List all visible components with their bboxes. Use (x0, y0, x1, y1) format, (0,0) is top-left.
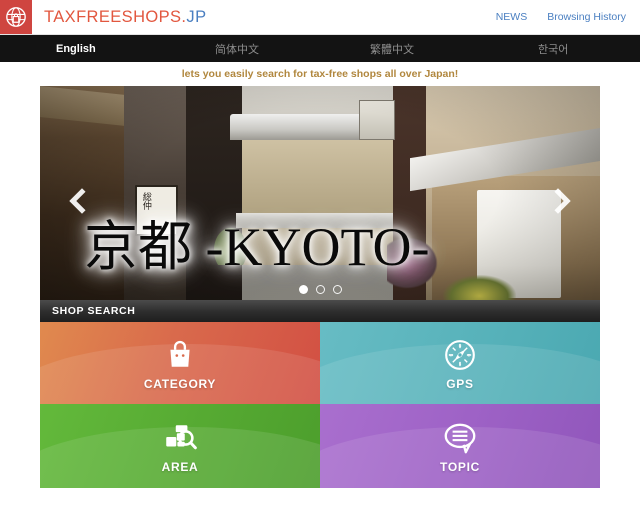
lang-item-english[interactable]: English (56, 43, 96, 55)
carousel-prev-button[interactable] (69, 185, 95, 217)
shop-search-label: SHOP SEARCH (52, 305, 136, 317)
tile-area-label: AREA (161, 459, 199, 474)
tagline-text: lets you easily search for tax-free shop… (181, 68, 459, 80)
svg-text:W: W (449, 353, 453, 357)
compass-icon: N S E W (445, 339, 475, 370)
lang-item-korean[interactable]: 한국어 (538, 41, 568, 57)
chevron-left-icon (69, 188, 95, 214)
logo-text-secondary: JP (186, 7, 207, 26)
hero-caption: 京都 -KYOTO- (84, 217, 430, 277)
carousel-dot-1[interactable] (298, 285, 308, 294)
logo-text-primary: TAXFREESHOPS. (44, 7, 187, 26)
shop-search-tiles: CATEGORY N S E W GPS AREA TOPIC (40, 322, 600, 488)
header-nav: NEWS Browsing History (496, 0, 626, 34)
lang-item-simplified-chinese[interactable]: 简体中文 (215, 41, 259, 57)
main-content: 総仲 京都 -KYOTO- SHOP SEARCH (40, 86, 600, 488)
carousel-dot-3[interactable] (332, 285, 342, 294)
shopping-bag-icon (170, 340, 190, 367)
globe-shopping-bag-icon (6, 7, 26, 27)
site-logo-text[interactable]: TAXFREESHOPS.JP (44, 8, 206, 27)
lang-item-traditional-chinese[interactable]: 繁體中文 (370, 41, 414, 57)
logo-mark[interactable] (0, 0, 32, 34)
tile-gps-label: GPS (446, 376, 474, 391)
tagline-bar: lets you easily search for tax-free shop… (0, 62, 640, 86)
header-link-news[interactable]: NEWS (496, 11, 528, 23)
site-header: TAXFREESHOPS.JP NEWS Browsing History (0, 0, 640, 35)
carousel-dots (40, 285, 600, 294)
tile-topic-label: TOPIC (440, 459, 480, 474)
tile-area[interactable]: AREA (40, 404, 320, 488)
carousel-next-button[interactable] (545, 185, 571, 217)
map-search-icon (166, 424, 197, 449)
carousel-dot-2[interactable] (315, 285, 325, 294)
speech-bubble-lines-icon (444, 423, 476, 453)
svg-text:E: E (468, 353, 471, 357)
tile-gps[interactable]: N S E W GPS (320, 322, 600, 404)
tile-category-label: CATEGORY (143, 376, 217, 391)
tile-topic[interactable]: TOPIC (320, 404, 600, 488)
hero-carousel[interactable]: 総仲 京都 -KYOTO- SHOP SEARCH (40, 86, 600, 322)
header-link-browsing-history[interactable]: Browsing History (547, 11, 626, 23)
svg-text:N: N (459, 344, 462, 348)
shop-search-bar: SHOP SEARCH (40, 300, 600, 322)
tile-category[interactable]: CATEGORY (40, 322, 320, 404)
svg-text:S: S (459, 362, 462, 366)
chevron-right-icon (545, 188, 571, 214)
language-bar: English 简体中文 繁體中文 한국어 (0, 35, 640, 62)
